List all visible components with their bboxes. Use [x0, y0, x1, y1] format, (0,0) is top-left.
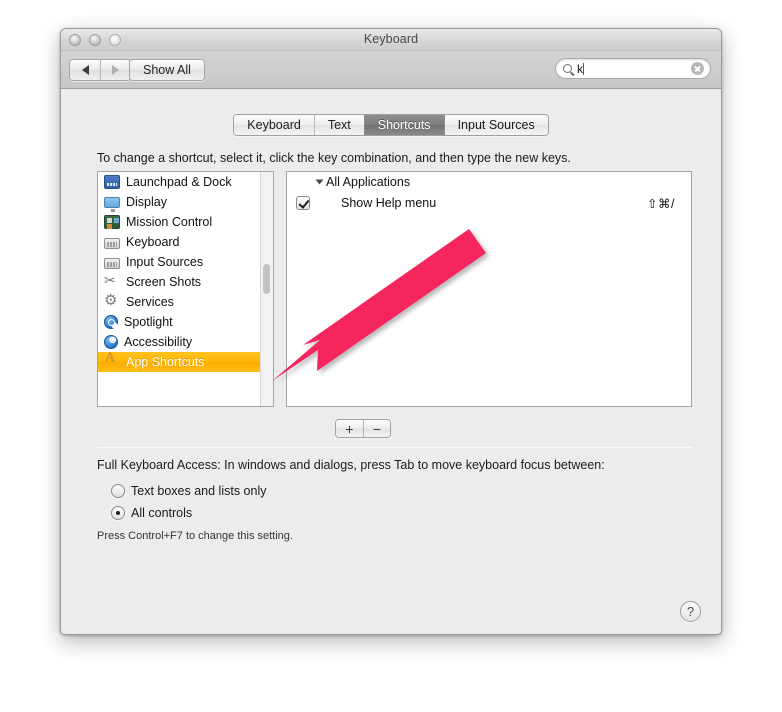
category-label: Mission Control: [126, 215, 213, 229]
clear-search-icon[interactable]: [691, 62, 704, 75]
add-shortcut-button[interactable]: +: [336, 420, 363, 437]
preference-pane-body: Keyboard Text Shortcuts Input Sources To…: [61, 89, 721, 634]
tab-shortcuts-label: Shortcuts: [377, 118, 431, 132]
shortcut-checkbox[interactable]: [296, 196, 310, 210]
window-title: Keyboard: [363, 32, 419, 46]
category-label: Input Sources: [126, 255, 204, 269]
category-row-keyboard[interactable]: Keyboard: [98, 232, 273, 252]
category-row-spotlight[interactable]: Spotlight: [98, 312, 273, 332]
navigation-segmented-control[interactable]: [69, 59, 131, 81]
category-label: App Shortcuts: [126, 355, 205, 369]
category-label: Display: [126, 195, 167, 209]
shortcut-list[interactable]: All Applications Show Help menu ⇧⌘/: [286, 171, 692, 407]
category-row-screen-shots[interactable]: Screen Shots: [98, 272, 273, 292]
chevron-right-icon: [112, 65, 119, 75]
shortcut-group-label: All Applications: [326, 175, 411, 189]
scrollbar-thumb[interactable]: [263, 264, 270, 294]
instruction-text: To change a shortcut, select it, click t…: [97, 151, 571, 165]
keyboard-icon: [104, 237, 120, 249]
help-button[interactable]: ?: [680, 601, 701, 622]
radio-label: Text boxes and lists only: [131, 484, 267, 498]
tab-input-sources-label: Input Sources: [457, 118, 535, 132]
add-icon: +: [345, 420, 354, 437]
forward-button: [100, 60, 130, 80]
services-gear-icon: [104, 291, 120, 309]
category-label: Accessibility: [124, 335, 193, 349]
toolbar: Show All k: [61, 51, 721, 89]
category-row-services[interactable]: Services: [98, 291, 273, 312]
list-edit-buttons: + −: [335, 419, 391, 438]
tab-shortcuts[interactable]: Shortcuts: [363, 115, 444, 135]
radio-button-selected-icon[interactable]: [111, 506, 125, 520]
search-field[interactable]: k: [555, 58, 711, 79]
category-label: Launchpad & Dock: [126, 175, 232, 189]
tab-keyboard-label: Keyboard: [247, 118, 301, 132]
category-row-launchpad-dock[interactable]: Launchpad & Dock: [98, 172, 273, 192]
category-row-accessibility[interactable]: Accessibility: [98, 332, 273, 352]
text-caret: [583, 62, 584, 75]
radio-label: All controls: [131, 506, 193, 520]
tab-input-sources[interactable]: Input Sources: [443, 115, 548, 135]
category-label: Keyboard: [126, 235, 180, 249]
tab-text-label: Text: [327, 118, 351, 132]
keyboard-access-hint: Press Control+F7 to change this setting.: [97, 530, 293, 542]
remove-shortcut-button[interactable]: −: [363, 420, 390, 437]
category-row-app-shortcuts[interactable]: App Shortcuts: [98, 351, 273, 372]
category-row-mission-control[interactable]: Mission Control: [98, 212, 273, 232]
app-shortcuts-icon: [104, 351, 120, 369]
section-divider: [97, 447, 693, 448]
show-all-button[interactable]: Show All: [129, 59, 205, 81]
window-titlebar[interactable]: Keyboard: [61, 29, 721, 51]
radio-text-boxes-and-lists[interactable]: Text boxes and lists only: [111, 484, 267, 498]
category-label: Screen Shots: [126, 275, 202, 289]
mission-control-icon: [104, 215, 120, 229]
full-keyboard-access-label: Full Keyboard Access: In windows and dia…: [97, 458, 605, 472]
spotlight-icon: [104, 315, 118, 329]
category-list-scrollbar[interactable]: [260, 172, 273, 406]
back-button[interactable]: [70, 60, 100, 80]
chevron-down-icon[interactable]: [315, 179, 324, 185]
screen-shots-icon: [104, 272, 120, 289]
search-input[interactable]: k: [577, 62, 691, 76]
tab-text[interactable]: Text: [313, 115, 364, 135]
category-row-input-sources[interactable]: Input Sources: [98, 252, 273, 272]
input-sources-icon: [104, 257, 120, 269]
screen: Keyboard Show All k Keyboard Text Shortc…: [0, 0, 782, 712]
category-list[interactable]: Launchpad & Dock Display Mission Control…: [97, 171, 274, 407]
category-row-display[interactable]: Display: [98, 192, 273, 212]
shortcut-group-header[interactable]: All Applications: [287, 172, 691, 192]
radio-button-icon[interactable]: [111, 484, 125, 498]
system-preferences-window: Keyboard Show All k Keyboard Text Shortc…: [60, 28, 722, 635]
shortcut-panes: Launchpad & Dock Display Mission Control…: [97, 171, 692, 407]
radio-all-controls[interactable]: All controls: [111, 506, 192, 520]
shortcut-label: Show Help menu: [341, 196, 437, 210]
shortcut-row[interactable]: Show Help menu ⇧⌘/: [287, 192, 691, 214]
launchpad-dock-icon: [104, 175, 120, 189]
chevron-left-icon: [81, 65, 89, 75]
shortcut-keys[interactable]: ⇧⌘/: [647, 196, 675, 211]
category-label: Spotlight: [124, 315, 173, 329]
help-label: ?: [686, 604, 695, 619]
tab-bar: Keyboard Text Shortcuts Input Sources: [61, 114, 721, 136]
accessibility-icon: [104, 334, 119, 349]
show-all-label: Show All: [143, 63, 191, 77]
display-icon: [104, 197, 120, 212]
tab-keyboard[interactable]: Keyboard: [234, 115, 314, 135]
remove-icon: −: [372, 420, 382, 437]
search-icon: [563, 64, 572, 73]
category-label: Services: [126, 295, 174, 309]
